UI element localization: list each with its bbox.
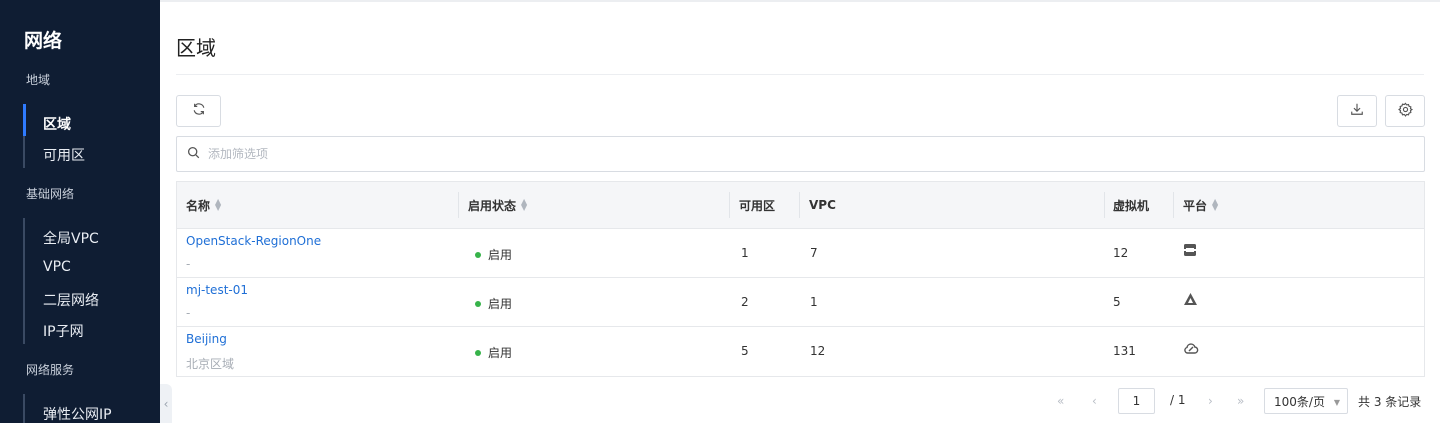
sidebar-item-l2-network[interactable]: 二层网络 — [43, 290, 99, 310]
status-cell: 启用 — [475, 344, 512, 361]
last-page-button[interactable]: » — [1237, 388, 1244, 414]
page-size-select[interactable]: 100条/页 ▼ — [1264, 388, 1348, 414]
zones-count: 5 — [741, 344, 749, 358]
vm-count: 12 — [1113, 246, 1129, 260]
sidebar-item-eip[interactable]: 弹性公网IP — [43, 404, 112, 423]
column-header-label: 启用状态 — [468, 198, 517, 213]
status-text: 启用 — [488, 346, 513, 360]
sidebar-rail — [23, 394, 25, 423]
region-description: 北京区域 — [186, 357, 235, 371]
sidebar-item-zone[interactable]: 可用区 — [43, 145, 85, 165]
sort-icon[interactable]: ▲ ▼ — [1212, 198, 1218, 212]
status-cell: 启用 — [475, 295, 512, 312]
status-dot — [475, 251, 481, 258]
openstack-icon — [1183, 243, 1197, 260]
page-title: 区域 — [176, 36, 216, 60]
region-name-link[interactable]: mj-test-01 — [186, 283, 248, 297]
first-page-button[interactable]: « — [1057, 388, 1064, 414]
caret-down-icon: ▼ — [1333, 398, 1340, 407]
region-name-link[interactable]: Beijing — [186, 332, 227, 346]
page-size-value: 100条/页 — [1274, 394, 1325, 409]
chevron-left-icon: ‹ — [1092, 394, 1097, 408]
platform-triangle-icon — [1183, 292, 1198, 309]
status-text: 启用 — [488, 297, 513, 311]
table-header: 名称 ▲ ▼ 启用状态 ▲ ▼ 可用区 VPC 虚拟机 平台 ▲ ▼ — [177, 182, 1424, 229]
region-name-link[interactable]: OpenStack-RegionOne — [186, 234, 321, 248]
sidebar-group-basic-network: 基础网络 — [26, 187, 75, 201]
page-number-input[interactable] — [1118, 388, 1155, 414]
sidebar-group-network-services: 网络服务 — [26, 363, 75, 377]
sidebar-title: 网络 — [24, 30, 63, 52]
top-divider — [160, 0, 1440, 2]
sidebar-item-global-vpc[interactable]: 全局VPC — [43, 228, 99, 248]
sidebar-item-ip-subnet[interactable]: IP子网 — [43, 321, 84, 341]
column-header-vpc: VPC — [809, 198, 836, 212]
sidebar-collapse-handle[interactable]: ‹ — [160, 384, 172, 423]
sidebar-item-region[interactable]: 区域 — [43, 114, 71, 134]
vpc-count: 12 — [810, 344, 826, 358]
filter-search-box[interactable] — [176, 136, 1425, 172]
chevron-left-icon: ‹ — [163, 396, 169, 411]
status-dot — [475, 349, 481, 356]
cloud-icon — [1183, 341, 1199, 358]
column-header-label: 名称 — [186, 198, 211, 213]
status-cell: 启用 — [475, 246, 512, 263]
column-header-zones: 可用区 — [739, 198, 776, 213]
column-header-vms: 虚拟机 — [1113, 198, 1150, 213]
column-header-name[interactable]: 名称 ▲ ▼ — [177, 182, 221, 228]
filter-input[interactable] — [208, 147, 1308, 161]
gear-icon — [1397, 102, 1413, 121]
refresh-icon — [192, 102, 206, 120]
vpc-count: 7 — [810, 246, 818, 260]
sort-icon[interactable]: ▲ ▼ — [215, 198, 221, 212]
sidebar: 网络 地域 区域 可用区 基础网络 全局VPC VPC 二层网络 IP子网 网络… — [0, 0, 160, 423]
double-chevron-left-icon: « — [1057, 394, 1065, 408]
next-page-button[interactable]: › — [1208, 388, 1213, 414]
title-divider — [176, 74, 1424, 75]
region-table: 名称 ▲ ▼ 启用状态 ▲ ▼ 可用区 VPC 虚拟机 平台 ▲ ▼ OpenStac… — [176, 181, 1425, 377]
table-row: Beijing 北京区域 启用 5 12 131 — [177, 327, 1424, 376]
vm-count: 131 — [1113, 344, 1136, 358]
download-icon — [1350, 102, 1364, 120]
vm-count: 5 — [1113, 295, 1121, 309]
sort-icon[interactable]: ▲ ▼ — [521, 198, 527, 212]
sidebar-item-vpc[interactable]: VPC — [43, 259, 71, 275]
column-header-label: 平台 — [1183, 198, 1208, 213]
settings-button[interactable] — [1385, 95, 1425, 127]
download-button[interactable] — [1337, 95, 1377, 127]
refresh-button[interactable] — [176, 95, 221, 127]
chevron-right-icon: › — [1208, 394, 1213, 408]
total-pages: / 1 — [1170, 393, 1186, 407]
table-row: OpenStack-RegionOne - 启用 1 7 12 — [177, 229, 1424, 278]
region-description: - — [186, 306, 191, 320]
region-description: - — [186, 257, 191, 271]
sidebar-group-region: 地域 — [26, 73, 51, 87]
column-header-platform[interactable]: 平台 ▲ ▼ — [1174, 182, 1218, 228]
record-count: 共 3 条记录 — [1358, 395, 1422, 409]
status-dot — [475, 300, 481, 307]
zones-count: 2 — [741, 295, 749, 309]
sidebar-rail — [23, 218, 25, 344]
sidebar-active-indicator — [23, 104, 26, 136]
prev-page-button[interactable]: ‹ — [1092, 388, 1097, 414]
table-row: mj-test-01 - 启用 2 1 5 — [177, 278, 1424, 327]
status-text: 启用 — [488, 248, 513, 262]
search-icon — [187, 146, 200, 163]
double-chevron-right-icon: » — [1237, 394, 1245, 408]
vpc-count: 1 — [810, 295, 818, 309]
column-header-status[interactable]: 启用状态 ▲ ▼ — [459, 182, 527, 228]
zones-count: 1 — [741, 246, 749, 260]
